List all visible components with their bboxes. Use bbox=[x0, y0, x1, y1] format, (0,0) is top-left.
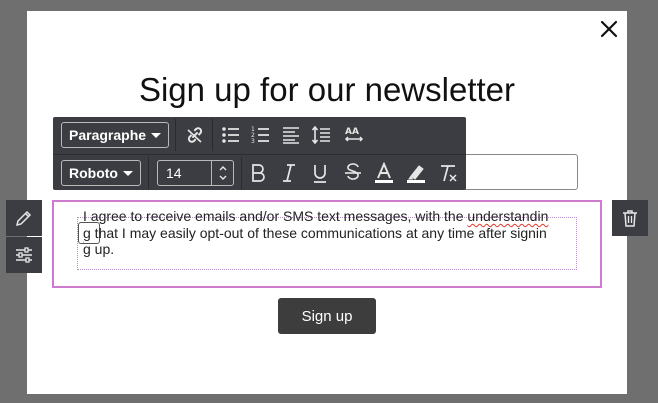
align-left-icon bbox=[283, 127, 299, 144]
close-button[interactable] bbox=[599, 19, 619, 39]
line-height-icon bbox=[311, 125, 330, 145]
italic-button[interactable] bbox=[278, 162, 300, 184]
block-settings-button[interactable] bbox=[6, 237, 42, 273]
strikethrough-button[interactable] bbox=[342, 162, 364, 184]
toolbar-row-2: Roboto 14 bbox=[53, 154, 466, 190]
bold-button[interactable] bbox=[247, 162, 269, 184]
email-input[interactable] bbox=[462, 154, 578, 190]
strikethrough-icon bbox=[345, 163, 361, 180]
italic-icon bbox=[283, 164, 295, 182]
bullet-list-button[interactable] bbox=[220, 124, 242, 146]
font-size-stepper[interactable] bbox=[211, 161, 233, 185]
block-style-select[interactable]: Paragraphe bbox=[61, 122, 169, 148]
font-size-input[interactable]: 14 bbox=[166, 165, 182, 181]
edit-block-button[interactable] bbox=[6, 200, 42, 236]
pencil-icon bbox=[15, 210, 32, 227]
font-size-field[interactable]: 14 bbox=[157, 160, 234, 186]
underline-button[interactable] bbox=[309, 162, 331, 184]
clear-format-button[interactable] bbox=[437, 162, 459, 184]
toolbar-row-1: Paragraphe 1 2 3 AA bbox=[53, 117, 466, 153]
highlight-icon bbox=[407, 165, 425, 183]
chevron-down-icon bbox=[151, 133, 161, 138]
bold-icon bbox=[252, 164, 265, 182]
modal-title: Sign up for our newsletter bbox=[138, 71, 516, 108]
svg-text:AA: AA bbox=[345, 127, 359, 137]
signup-button[interactable]: Sign up bbox=[278, 298, 376, 334]
chevron-down-icon bbox=[123, 171, 133, 176]
trash-icon bbox=[623, 210, 637, 227]
close-icon bbox=[600, 20, 618, 38]
letter-spacing-button[interactable]: AA bbox=[343, 124, 365, 146]
spellcheck-word: understandin bbox=[467, 208, 549, 224]
sliders-icon bbox=[16, 247, 32, 263]
highlight-button[interactable] bbox=[405, 162, 427, 184]
line-height-button[interactable] bbox=[310, 124, 332, 146]
link-icon bbox=[187, 127, 203, 143]
underline-icon bbox=[314, 165, 326, 183]
letter-spacing-icon: AA bbox=[344, 127, 364, 142]
font-family-select[interactable]: Roboto bbox=[61, 160, 141, 186]
numbered-list-icon: 1 2 3 bbox=[251, 126, 269, 145]
numbered-list-button[interactable]: 1 2 3 bbox=[250, 124, 272, 146]
chevron-down-icon[interactable] bbox=[218, 173, 228, 183]
link-button[interactable] bbox=[184, 124, 206, 146]
align-button[interactable] bbox=[280, 124, 302, 146]
chevron-up-icon[interactable] bbox=[218, 163, 228, 173]
delete-block-button[interactable] bbox=[612, 200, 648, 236]
newsletter-modal: Sign up for our newsletter Sign up bbox=[27, 11, 627, 394]
text-color-button[interactable] bbox=[373, 162, 395, 184]
bullet-list-icon bbox=[222, 127, 239, 143]
text-color-icon bbox=[375, 162, 393, 183]
clear-format-icon bbox=[441, 165, 457, 182]
text-format-toolbar: Paragraphe 1 2 3 AA Roboto 14 bbox=[53, 117, 466, 190]
consent-text[interactable]: I agree to receive emails and/or SMS tex… bbox=[83, 208, 551, 258]
svg-text:3: 3 bbox=[251, 138, 255, 145]
